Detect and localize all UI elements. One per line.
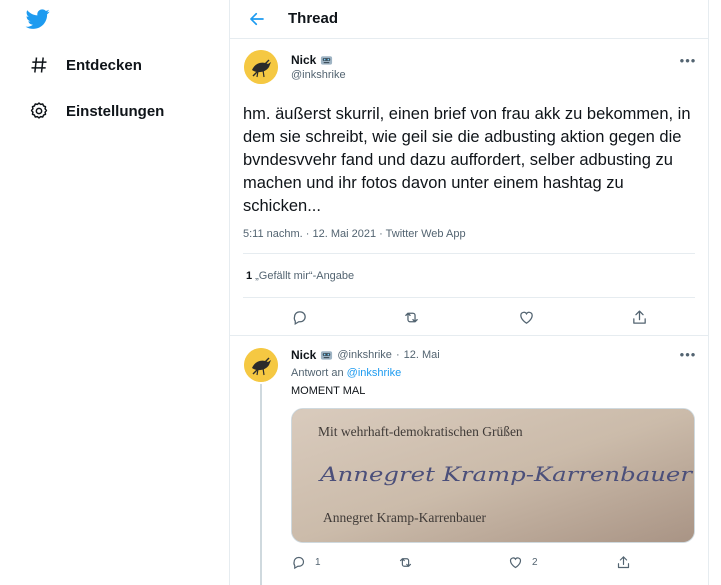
divider (243, 297, 695, 298)
retweet-button[interactable] (403, 306, 420, 328)
more-options-icon[interactable]: ••• (680, 53, 696, 68)
reply-icon (293, 310, 306, 325)
page-title: Thread (288, 10, 339, 27)
reply-text: MOMENT MAL (291, 385, 366, 397)
reply-to-line: Antwort an @inkshrike (291, 367, 402, 379)
sidebar-item-settings[interactable]: Einstellungen (28, 98, 164, 124)
arrow-left-icon (250, 12, 264, 26)
separator: · (395, 349, 400, 361)
sidebar-item-label: Entdecken (66, 56, 142, 74)
robot-emoji-icon (321, 56, 333, 65)
reply-to-handle[interactable]: @inkshrike (347, 367, 402, 379)
author-handle[interactable]: @inkshrike (291, 69, 346, 81)
avatar[interactable] (244, 348, 278, 382)
more-options-icon[interactable]: ••• (680, 347, 696, 362)
gear-icon (28, 100, 50, 122)
robot-emoji-icon (321, 351, 333, 360)
letter-photo: Mit wehrhaft-demokratischen Grüßen Anneg… (292, 409, 694, 542)
reply-image[interactable]: Mit wehrhaft-demokratischen Grüßen Anneg… (291, 408, 695, 543)
retweet-button[interactable] (398, 551, 422, 573)
retweet-icon (405, 312, 418, 322)
author-handle[interactable]: @inkshrike (337, 349, 392, 361)
tweet-text: hm. äußerst skurril, einen brief von fra… (243, 105, 691, 215)
reply-date[interactable]: 12. Mai (404, 349, 440, 361)
sidebar-item-explore[interactable]: Entdecken (28, 52, 142, 78)
like-button[interactable] (518, 306, 535, 328)
avatar[interactable] (244, 50, 278, 84)
author-name[interactable]: Nick (291, 53, 333, 67)
hashtag-icon (28, 54, 50, 76)
reply-count: 1 (315, 556, 321, 568)
reply-icon (293, 556, 305, 569)
reply-header: Nick @inkshrike · 12. Mai (291, 348, 440, 362)
share-button[interactable] (616, 551, 631, 573)
sidebar: Entdecken Einstellungen (0, 0, 229, 585)
letter-name: Annegret Kramp-Karrenbauer (323, 510, 487, 525)
back-button[interactable] (247, 9, 267, 29)
reply-button[interactable] (291, 306, 308, 328)
heart-icon (520, 311, 533, 324)
signature: Annegret Kramp-Karrenbauer (318, 462, 694, 486)
tweet-actions (230, 306, 708, 328)
thread-column: Thread Nick @inkshrike ••• hm. äußerst s… (229, 0, 709, 585)
twitter-bird-icon[interactable] (25, 7, 51, 31)
reply-button[interactable]: 1 (291, 551, 321, 573)
tweet-timestamp[interactable]: 5:11 nachm. · 12. Mai 2021 · Twitter Web… (243, 228, 466, 240)
divider (230, 335, 708, 336)
retweet-icon (399, 557, 412, 567)
share-icon (617, 555, 630, 568)
like-count: 2 (532, 556, 538, 568)
letter-closing: Mit wehrhaft-demokratischen Grüßen (318, 424, 523, 439)
heart-icon (509, 556, 522, 568)
sidebar-item-label: Einstellungen (66, 102, 165, 120)
share-icon (633, 309, 646, 324)
reply-actions: 1 2 (230, 551, 708, 571)
like-button[interactable]: 2 (508, 551, 538, 573)
share-button[interactable] (631, 306, 648, 328)
likes-summary[interactable]: 1 „Gefällt mir“-Angabe (246, 270, 354, 282)
author-name[interactable]: Nick (291, 348, 333, 362)
thread-header: Thread (230, 0, 708, 39)
divider (243, 253, 695, 254)
